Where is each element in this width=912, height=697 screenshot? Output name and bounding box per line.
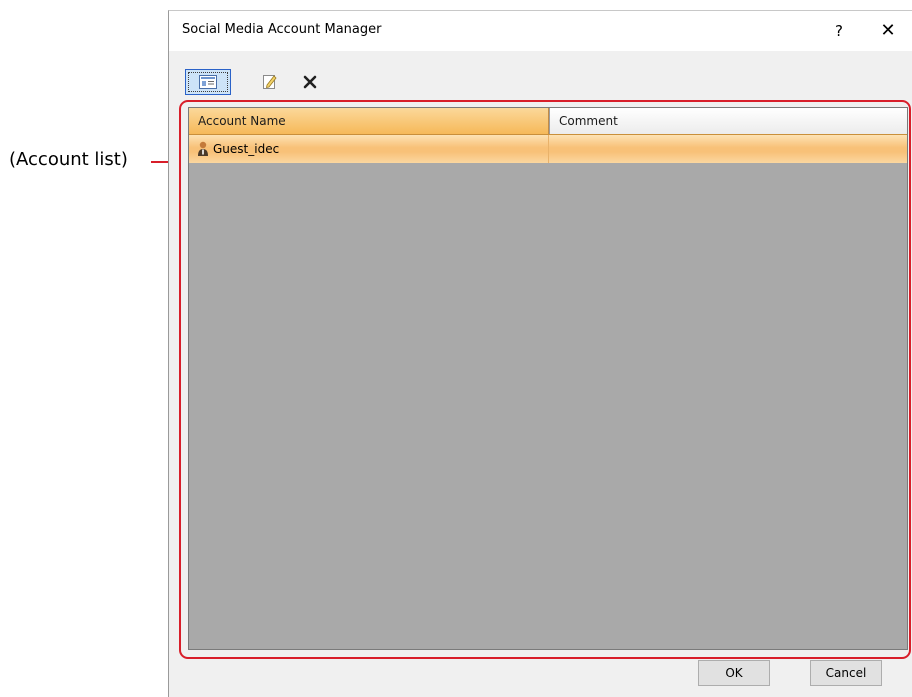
column-header-account-name[interactable]: Account Name bbox=[189, 108, 549, 134]
user-icon bbox=[198, 141, 208, 156]
account-list-callout-label: (Account list) bbox=[9, 149, 128, 170]
delete-account-button[interactable] bbox=[297, 69, 323, 95]
cancel-button[interactable]: Cancel bbox=[810, 660, 882, 686]
account-name-cell: Guest_idec bbox=[189, 135, 549, 163]
add-account-button[interactable] bbox=[185, 69, 231, 95]
title-bar: Social Media Account Manager ? ✕ bbox=[169, 11, 912, 51]
table-row[interactable]: Guest_idec bbox=[189, 135, 907, 163]
account-manager-dialog: Social Media Account Manager ? ✕ Account… bbox=[168, 10, 912, 697]
help-button[interactable]: ? bbox=[821, 17, 857, 45]
list-header: Account Name Comment bbox=[189, 108, 907, 135]
ok-button[interactable]: OK bbox=[698, 660, 770, 686]
comment-cell bbox=[549, 135, 907, 163]
account-list[interactable]: Account Name Comment Guest_idec bbox=[188, 107, 908, 650]
column-header-comment[interactable]: Comment bbox=[549, 108, 907, 134]
delete-icon bbox=[303, 75, 317, 89]
edit-icon bbox=[263, 75, 277, 89]
close-button[interactable]: ✕ bbox=[870, 17, 906, 45]
dialog-title: Social Media Account Manager bbox=[182, 22, 382, 37]
account-card-icon bbox=[199, 75, 217, 89]
edit-account-button[interactable] bbox=[257, 69, 283, 95]
account-name-text: Guest_idec bbox=[213, 142, 280, 156]
